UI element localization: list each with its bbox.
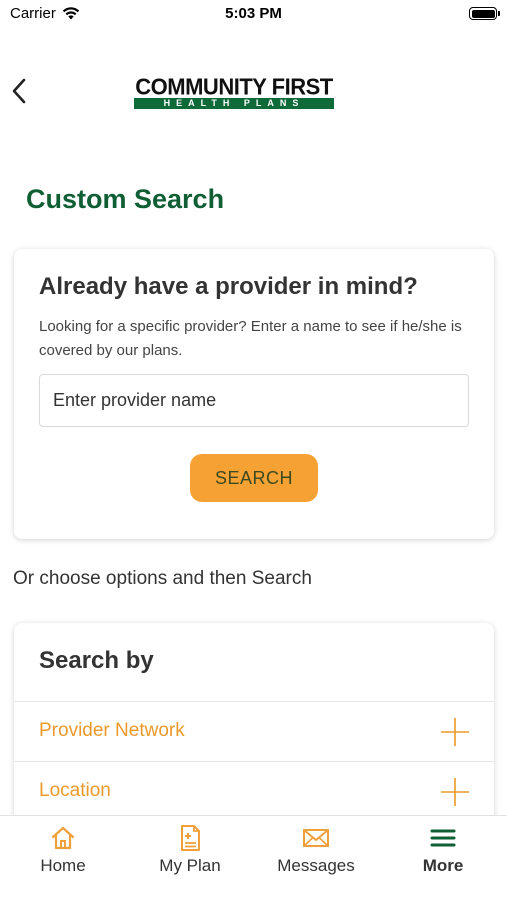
tab-label: Home xyxy=(40,856,86,875)
community-first-logo: COMMUNITY FIRST HEALTH PLANS xyxy=(134,73,334,110)
status-time: 5:03 PM xyxy=(225,5,282,22)
option-provider-network[interactable]: Provider Network xyxy=(14,701,494,761)
provider-search-card: Already have a provider in mind? Looking… xyxy=(14,249,494,539)
option-label: Location xyxy=(39,780,111,801)
search-by-card: Search by Provider Network Location xyxy=(14,623,494,823)
home-icon xyxy=(51,826,75,850)
provider-card-description: Looking for a specific provider? Enter a… xyxy=(39,318,462,359)
choose-options-text: Or choose options and then Search xyxy=(13,568,312,589)
document-icon xyxy=(181,825,200,851)
tab-label: My Plan xyxy=(159,856,221,875)
nav-header: COMMUNITY FIRST HEALTH PLANS xyxy=(0,60,507,124)
option-location[interactable]: Location xyxy=(14,761,494,821)
provider-card-title: Already have a provider in mind? xyxy=(39,273,418,300)
tab-label: Messages xyxy=(277,856,355,875)
envelope-icon xyxy=(303,829,329,847)
plus-icon[interactable] xyxy=(440,777,470,807)
search-button[interactable]: SEARCH xyxy=(190,454,318,502)
logo-tagline: HEALTH PLANS xyxy=(134,98,334,109)
tab-messages[interactable]: Messages xyxy=(253,816,379,900)
tab-my-plan[interactable]: My Plan xyxy=(127,816,253,900)
plus-icon[interactable] xyxy=(440,717,470,747)
tab-bar: Home My Plan Messages More xyxy=(0,815,507,900)
chevron-left-icon xyxy=(12,78,26,104)
back-button[interactable] xyxy=(8,76,32,106)
battery-icon xyxy=(469,7,500,20)
menu-icon xyxy=(430,829,456,847)
tab-home[interactable]: Home xyxy=(0,816,126,900)
search-by-title: Search by xyxy=(39,647,154,674)
option-label: Provider Network xyxy=(39,720,185,741)
tab-label: More xyxy=(422,856,464,875)
page-title: Custom Search xyxy=(26,184,225,214)
tab-more[interactable]: More xyxy=(380,816,506,900)
logo-wordmark: COMMUNITY FIRST xyxy=(135,73,333,100)
provider-name-input[interactable] xyxy=(39,374,469,427)
status-bar: Carrier 5:03 PM xyxy=(0,0,507,30)
